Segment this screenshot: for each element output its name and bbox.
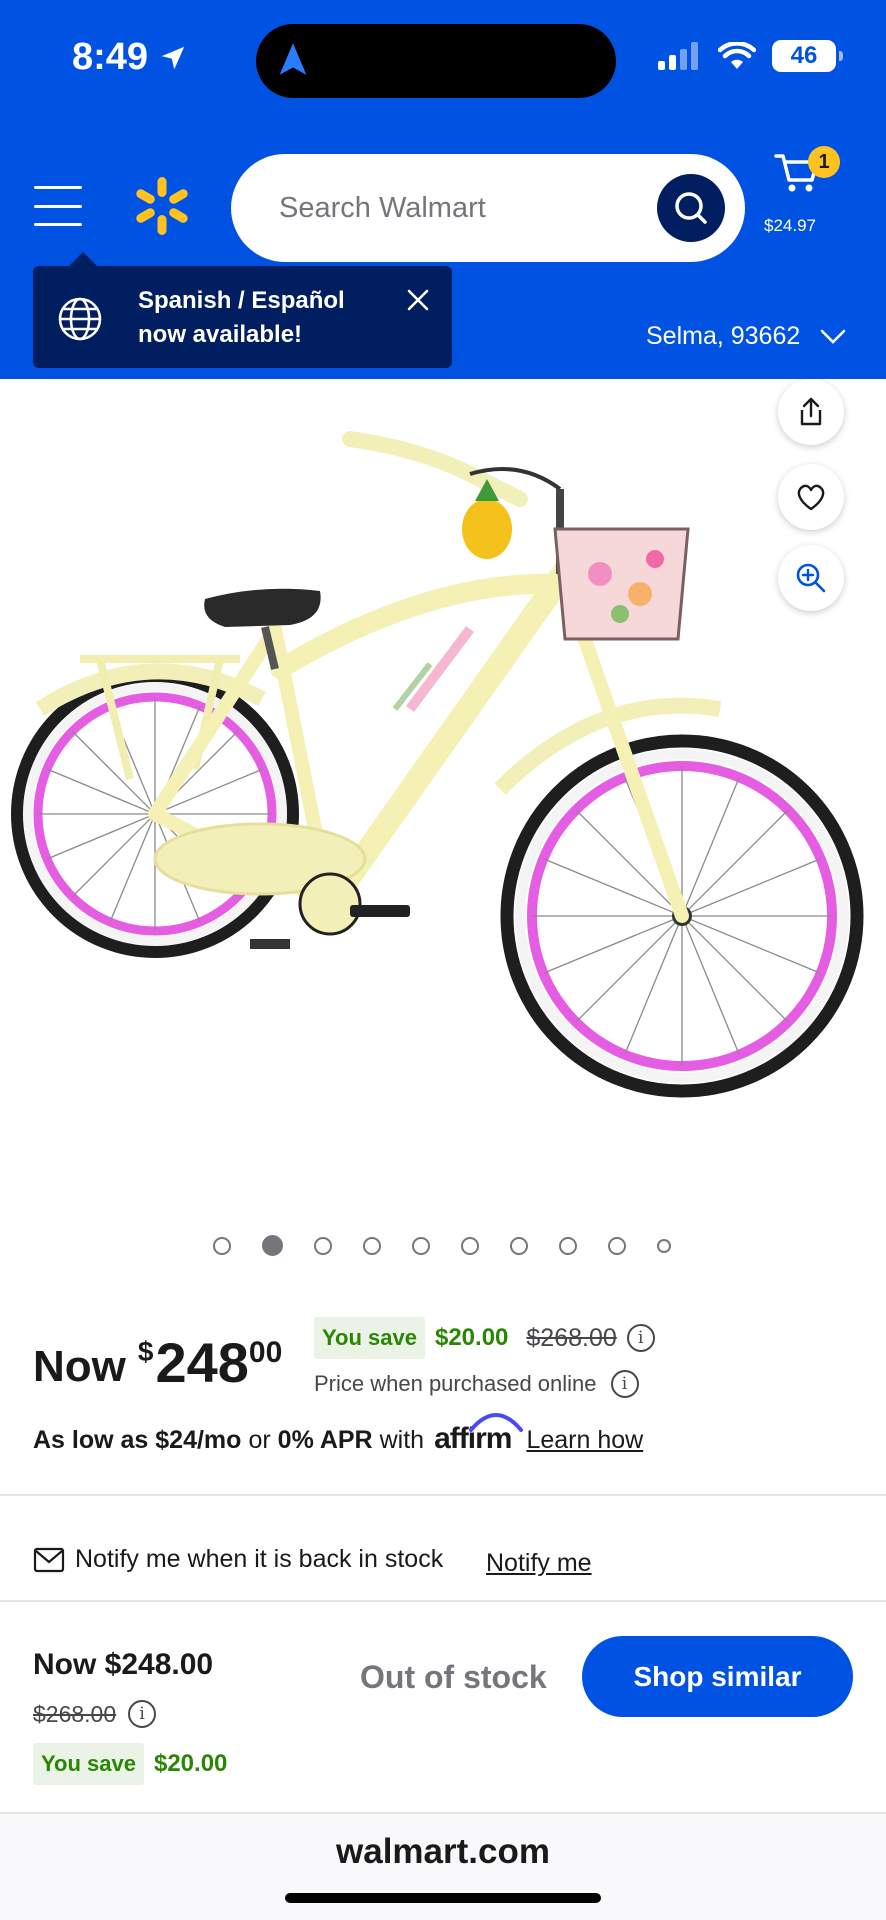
menu-line xyxy=(34,186,82,189)
you-save-badge: You save xyxy=(314,1317,425,1359)
info-icon[interactable]: i xyxy=(610,1370,639,1398)
menu-line xyxy=(34,204,82,208)
carousel-dot[interactable] xyxy=(510,1236,528,1255)
carousel-dot[interactable] xyxy=(314,1236,332,1255)
search-button[interactable] xyxy=(657,174,725,242)
price-cents: 00 xyxy=(248,1336,283,1369)
online-price-note: Price when purchased online i xyxy=(314,1370,639,1398)
share-button[interactable] xyxy=(778,379,844,445)
navigation-icon xyxy=(279,43,307,75)
divider xyxy=(0,1812,886,1814)
hamburger-menu-button[interactable] xyxy=(34,186,82,226)
walmart-spark-logo[interactable] xyxy=(134,176,190,236)
info-icon[interactable]: i xyxy=(626,1324,655,1352)
affirm-with: with xyxy=(379,1426,425,1454)
bottom-was-row: $268.00 i xyxy=(33,1700,157,1728)
close-icon[interactable] xyxy=(406,288,430,312)
out-of-stock-label: Out of stock xyxy=(360,1659,547,1695)
shop-similar-button[interactable]: Shop similar xyxy=(582,1636,853,1717)
bicycle-illustration xyxy=(11,431,864,1098)
price-currency: $ xyxy=(137,1336,154,1367)
location-text: Selma, 93662 xyxy=(646,322,801,350)
status-icons: 46 xyxy=(658,40,843,72)
carousel-dot-active[interactable] xyxy=(262,1235,283,1256)
share-icon xyxy=(800,397,822,426)
divider xyxy=(0,1600,886,1602)
notify-me-link[interactable]: Notify me xyxy=(486,1549,592,1578)
notify-text: Notify me when it is back in stock xyxy=(75,1545,444,1573)
status-time-text: 8:49 xyxy=(72,36,149,78)
home-indicator[interactable] xyxy=(285,1893,601,1903)
info-icon[interactable]: i xyxy=(128,1700,157,1728)
cellular-signal-icon xyxy=(658,42,698,70)
heart-icon xyxy=(797,484,825,511)
chevron-down-icon xyxy=(820,329,846,344)
learn-how-link[interactable]: Learn how xyxy=(526,1426,643,1455)
bottom-savings-row: You save $20.00 xyxy=(33,1743,227,1785)
tooltip-message: Spanish / Español now available! xyxy=(138,287,345,348)
status-time: 8:49 xyxy=(72,36,188,79)
price-dollars: 248 xyxy=(155,1331,249,1394)
header: 8:49 46 Search Walmart 1 $24.97 Spanish … xyxy=(0,0,886,379)
bottom-now-price: Now $248.00 xyxy=(33,1648,214,1681)
notify-row: Notify me when it is back in stock xyxy=(33,1545,443,1574)
product-image[interactable] xyxy=(0,379,886,1199)
dynamic-island xyxy=(256,24,616,98)
location-selector[interactable]: Selma, 93662 xyxy=(646,322,846,351)
affirm-arc-icon xyxy=(469,1413,524,1432)
was-price: $268.00 xyxy=(526,1323,617,1352)
savings-row: You save $20.00 $268.00 i xyxy=(314,1317,655,1359)
menu-line xyxy=(34,223,82,226)
carousel-dot[interactable] xyxy=(412,1236,430,1255)
search-icon xyxy=(675,192,707,224)
carousel-dot[interactable] xyxy=(213,1236,231,1255)
affirm-logo: affirm xyxy=(434,1413,524,1456)
affirm-or: or xyxy=(248,1426,271,1454)
url-text[interactable]: walmart.com xyxy=(0,1832,886,1872)
carousel-dot[interactable] xyxy=(461,1236,479,1255)
mail-icon xyxy=(33,1547,65,1572)
favorite-button[interactable] xyxy=(778,464,844,530)
bottom-was-price: $268.00 xyxy=(33,1700,117,1727)
cart-total: $24.97 xyxy=(764,216,816,235)
carousel-dot[interactable] xyxy=(657,1238,671,1253)
language-tooltip: Spanish / Español now available! xyxy=(33,252,452,368)
affirm-financing: As low as $24/mo or 0% APR with affirm L… xyxy=(33,1413,643,1456)
location-arrow-icon xyxy=(161,46,185,69)
search-bar xyxy=(231,154,745,262)
wifi-icon xyxy=(718,42,756,69)
affirm-low-price: As low as $24/mo xyxy=(33,1426,242,1454)
battery-indicator: 46 xyxy=(772,40,843,72)
globe-icon xyxy=(58,297,102,341)
image-carousel-dots xyxy=(213,1235,671,1256)
zoom-button[interactable] xyxy=(778,545,844,611)
affirm-apr: 0% APR xyxy=(277,1426,373,1454)
battery-level: 46 xyxy=(790,42,818,69)
search-input[interactable] xyxy=(279,191,619,225)
zoom-in-icon xyxy=(796,563,826,593)
price-now-label: Now xyxy=(33,1342,126,1391)
save-amount: $20.00 xyxy=(153,1750,228,1777)
divider xyxy=(0,1494,886,1496)
online-note-text: Price when purchased online xyxy=(314,1371,597,1396)
carousel-dot[interactable] xyxy=(363,1236,381,1255)
carousel-dot[interactable] xyxy=(608,1236,626,1255)
you-save-badge: You save xyxy=(33,1743,144,1785)
cart-count-badge: 1 xyxy=(808,146,840,178)
cart-button[interactable]: 1 xyxy=(774,146,840,199)
carousel-dot[interactable] xyxy=(559,1236,577,1255)
save-amount: $20.00 xyxy=(434,1324,509,1351)
current-price: Now $ 248 00 xyxy=(33,1330,282,1395)
